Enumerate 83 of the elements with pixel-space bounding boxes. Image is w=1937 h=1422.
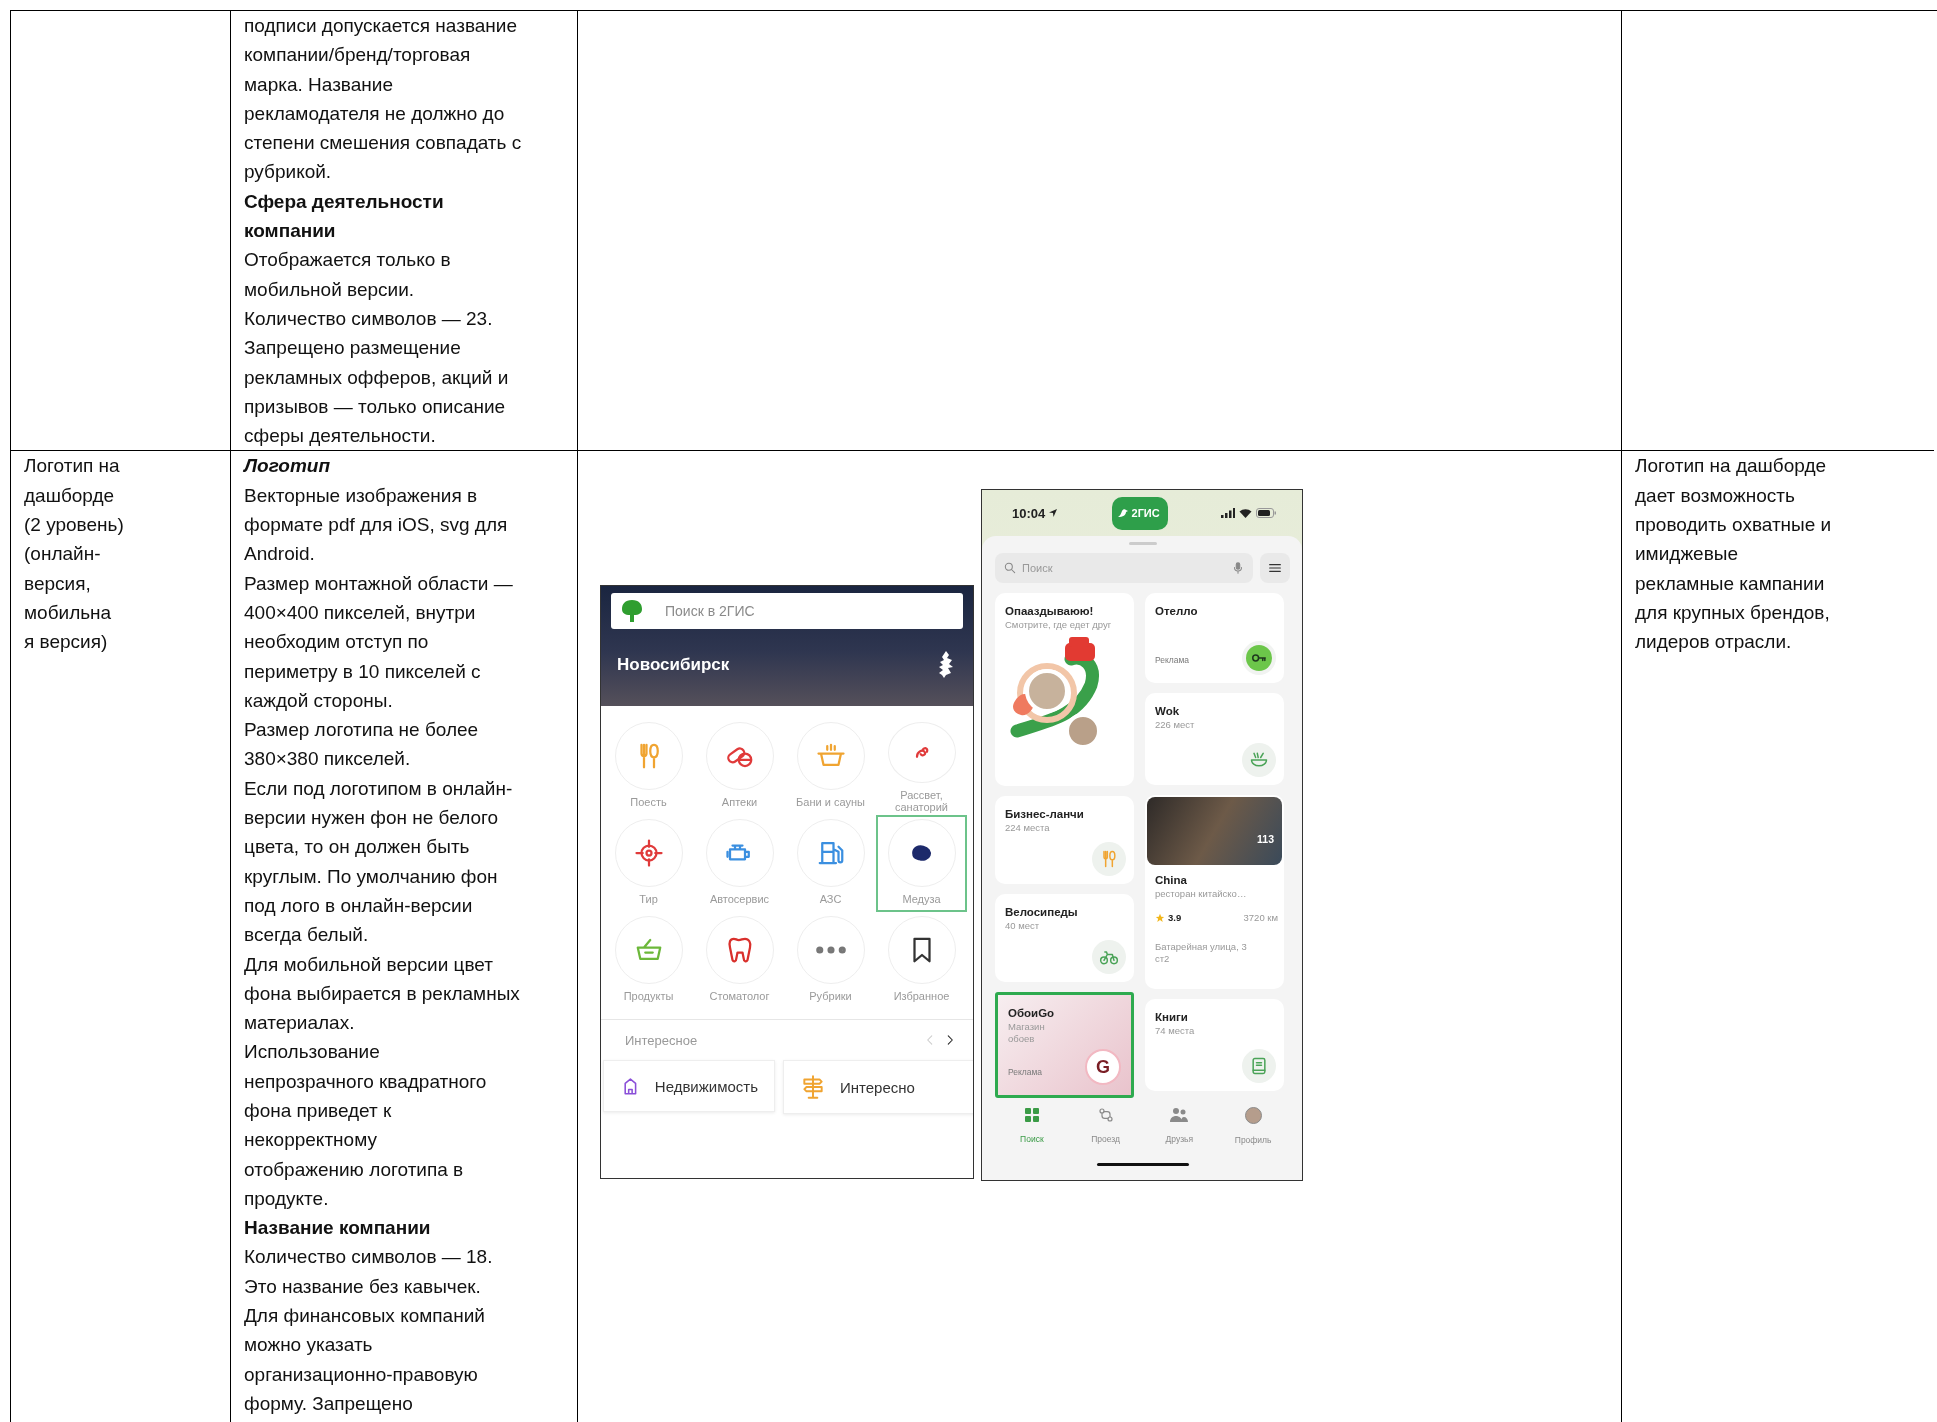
tab[interactable]: Проезд bbox=[1068, 1107, 1143, 1156]
dots-icon bbox=[815, 946, 846, 955]
people-icon bbox=[1170, 1107, 1189, 1124]
paragraph: Для мобильной версии цвет фона выбирается в рекламных материалах. bbox=[244, 952, 521, 1036]
paragraph: Логотип на дашборде (2 уровень) (онлайн- версия, мобильна я версия) bbox=[24, 454, 125, 655]
city-name: Новосибирск bbox=[617, 653, 730, 676]
category-button[interactable]: Рассвет, санаторий bbox=[876, 718, 967, 816]
distance: 3720 км bbox=[1243, 911, 1278, 926]
paragraph: Размер монтажной области — 400×400 пикселей, внутри необходим отступ по периметру в 10 пикселей с каждой стороны. bbox=[244, 571, 514, 713]
place-card[interactable]: Отелло Реклама bbox=[1145, 593, 1284, 684]
place-card[interactable]: ОбоиGo Магазин обоев Реклама G bbox=[995, 992, 1134, 1099]
search-input[interactable]: Поиск в 2ГИС bbox=[665, 603, 953, 620]
category-card[interactable]: Недвижимость bbox=[603, 1060, 775, 1113]
place-card[interactable]: Wok 226 мест bbox=[1145, 693, 1284, 786]
photo-count: 113 bbox=[1257, 832, 1274, 848]
search-input[interactable]: Поиск bbox=[1022, 562, 1226, 575]
signal-icon bbox=[1221, 508, 1235, 519]
tree-logo-icon bbox=[621, 599, 643, 624]
bird-icon bbox=[1116, 508, 1129, 519]
key-icon bbox=[1246, 645, 1272, 672]
place-card[interactable]: Опааздываюю! Смотрите, где едет друг bbox=[995, 593, 1134, 787]
heading: Логотип bbox=[244, 454, 332, 479]
grid-icon bbox=[1023, 1107, 1040, 1124]
rating: 3.9 bbox=[1168, 911, 1182, 926]
paragraph: Векторные изображения в формате pdf для iOS, svg для Android. bbox=[244, 483, 509, 567]
section-title: Интересное bbox=[625, 1031, 698, 1050]
microphone-icon bbox=[1231, 561, 1245, 576]
card-title: Опааздываюю! bbox=[1005, 604, 1095, 620]
battery-icon bbox=[1256, 508, 1276, 519]
ad-label: Реклама bbox=[1008, 1066, 1043, 1080]
ad-label: Реклама bbox=[1155, 654, 1190, 668]
status-time: 10:04 bbox=[1012, 504, 1046, 523]
card-title: Книги bbox=[1155, 1010, 1189, 1026]
route-icon bbox=[1097, 1107, 1114, 1124]
target-icon bbox=[633, 838, 664, 869]
tab[interactable]: Профиль bbox=[1216, 1107, 1290, 1156]
card-title: ОбоиGo bbox=[1008, 1006, 1056, 1022]
place-card[interactable]: 113 China ресторан китайско… 3.9 3720 км Батарейная улица, 3 ст2 bbox=[1145, 795, 1284, 990]
category-card[interactable]: Интересно bbox=[783, 1060, 973, 1115]
category-button[interactable]: Медуза bbox=[876, 815, 967, 913]
card-title: Бизнес-ланчи bbox=[1005, 807, 1085, 823]
tab[interactable]: Друзья bbox=[1142, 1107, 1217, 1156]
paragraph: подписи допускается название компании/бренд/торговая марка. Название рекламодателя не должно до степени смешения совпадать с рубрикой. bbox=[244, 14, 523, 185]
place-card[interactable]: Книги 74 места bbox=[1145, 999, 1284, 1092]
paragraph: Запрещено размещение рекламных офферов, акций и призывов — только описание сферы деятельности. bbox=[244, 336, 510, 449]
card-subtitle: Магазин обоев bbox=[1008, 1021, 1046, 1046]
wifi-icon bbox=[1239, 508, 1252, 519]
card-title: Отелло bbox=[1155, 604, 1199, 620]
book-icon bbox=[1249, 1056, 1269, 1077]
card-title: China bbox=[1155, 873, 1188, 889]
heading: Сфера деятельности компании bbox=[244, 189, 445, 244]
paragraph: Количество символов — 18. bbox=[244, 1245, 494, 1270]
search-icon bbox=[1003, 561, 1017, 576]
search-field[interactable]: Поиск bbox=[995, 553, 1253, 584]
app-badge: 2ГИС bbox=[1111, 496, 1168, 531]
paragraph: Логотип на дашборде дает возможность проводить охватные и имиджевые рекламные кампании для крупных брендов, лидеров отрасли. bbox=[1635, 454, 1833, 655]
place-card[interactable]: Бизнес-ланчи 224 места bbox=[995, 796, 1134, 885]
paragraph: Отображается только в мобильной версии. bbox=[244, 248, 452, 302]
paragraph: Для финансовых компаний можно указать организационно-правовую форму. Запрещено bbox=[244, 1304, 486, 1416]
heading: Название компании bbox=[244, 1216, 432, 1241]
place-card[interactable]: Велосипеды 40 мест bbox=[995, 894, 1134, 983]
paragraph: Использование непрозрачного квадратного фона приведет к некорректному отображению логотипа в продукте. bbox=[244, 1040, 488, 1211]
card-subtitle: ресторан китайско… bbox=[1155, 888, 1248, 901]
card-subtitle: 40 мест bbox=[1005, 920, 1041, 933]
card-title: Wok bbox=[1155, 704, 1181, 720]
tab[interactable]: Поиск bbox=[995, 1107, 1069, 1156]
card-subtitle: Смотрите, где едет друг bbox=[1005, 619, 1113, 632]
paragraph: Если под логотипом в онлайн- версии нужен фон не белого цвета, то он должен быть круглым. По умолчанию фон под лого в онлайн-версии всегда белый. bbox=[244, 776, 514, 948]
brand-logo: G bbox=[1085, 1049, 1121, 1086]
card-subtitle: 226 мест bbox=[1155, 719, 1196, 732]
card-subtitle: 224 места bbox=[1005, 822, 1051, 835]
location-arrow-icon bbox=[1048, 508, 1059, 519]
address: Батарейная улица, 3 ст2 bbox=[1155, 940, 1248, 965]
menu-button[interactable] bbox=[1260, 553, 1290, 584]
card-subtitle: 74 места bbox=[1155, 1025, 1196, 1038]
star-icon bbox=[1155, 913, 1165, 924]
paragraph: Размер логотипа не более 380×380 пикселей. bbox=[244, 718, 480, 772]
paragraph: Это название без кавычек. bbox=[244, 1274, 482, 1299]
paragraph: Количество символов — 23. bbox=[244, 306, 494, 331]
card-title: Велосипеды bbox=[1005, 905, 1079, 921]
signpost-icon bbox=[800, 1074, 826, 1101]
search-field[interactable]: Поиск в 2ГИС bbox=[611, 593, 963, 630]
avatar-icon bbox=[1244, 1107, 1262, 1125]
